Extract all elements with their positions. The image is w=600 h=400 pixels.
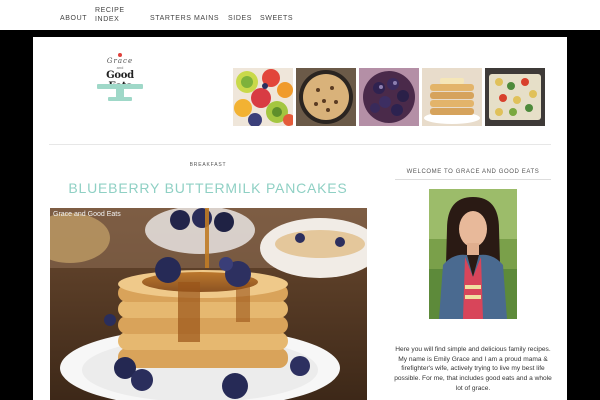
sidebar-widget-title: WELCOME TO GRACE AND GOOD EATS <box>406 169 540 175</box>
nav-item-sweets[interactable]: SWEETS <box>260 14 293 23</box>
nav-item-sides[interactable]: SIDES <box>228 14 252 23</box>
header-thumbnails <box>233 68 545 126</box>
post-title[interactable]: BLUEBERRY BUTTERMILK PANCAKES <box>49 180 367 196</box>
site-logo[interactable]: Grace and Good Eats <box>95 53 145 111</box>
nav-item-starters[interactable]: STARTERS <box>150 14 192 23</box>
header-divider <box>49 144 551 145</box>
logo-script-text: Grace <box>106 57 134 65</box>
top-nav-bar: ABOUT RECIPE INDEX STARTERS MAINS SIDES … <box>0 0 600 30</box>
cookie-skillet-photo[interactable] <box>296 68 356 126</box>
sidebar-widget-divider <box>395 179 551 180</box>
nav-item-recipe-index[interactable]: RECIPE INDEX <box>95 6 125 24</box>
main-navigation: ABOUT RECIPE INDEX STARTERS MAINS SIDES … <box>0 0 600 30</box>
fruit-salad-photo[interactable] <box>233 68 293 126</box>
cake-stand-base <box>108 97 132 101</box>
pasta-salad-photo[interactable] <box>485 68 545 126</box>
image-watermark: Grace and Good Eats <box>53 211 121 218</box>
cake-stand-stem <box>116 89 124 97</box>
pancake-stack-photo[interactable] <box>422 68 482 126</box>
post-category[interactable]: BREAKFAST <box>49 162 367 168</box>
post-hero-image[interactable]: Grace and Good Eats <box>50 208 367 400</box>
blueberries-photo[interactable] <box>359 68 419 126</box>
author-bio: Here you will find simple and delicious … <box>394 346 552 392</box>
nav-item-mains[interactable]: MAINS <box>194 14 219 23</box>
author-profile-photo[interactable] <box>429 189 517 319</box>
page-container: Grace and Good Eats <box>33 37 567 400</box>
nav-item-about[interactable]: ABOUT <box>60 14 87 23</box>
